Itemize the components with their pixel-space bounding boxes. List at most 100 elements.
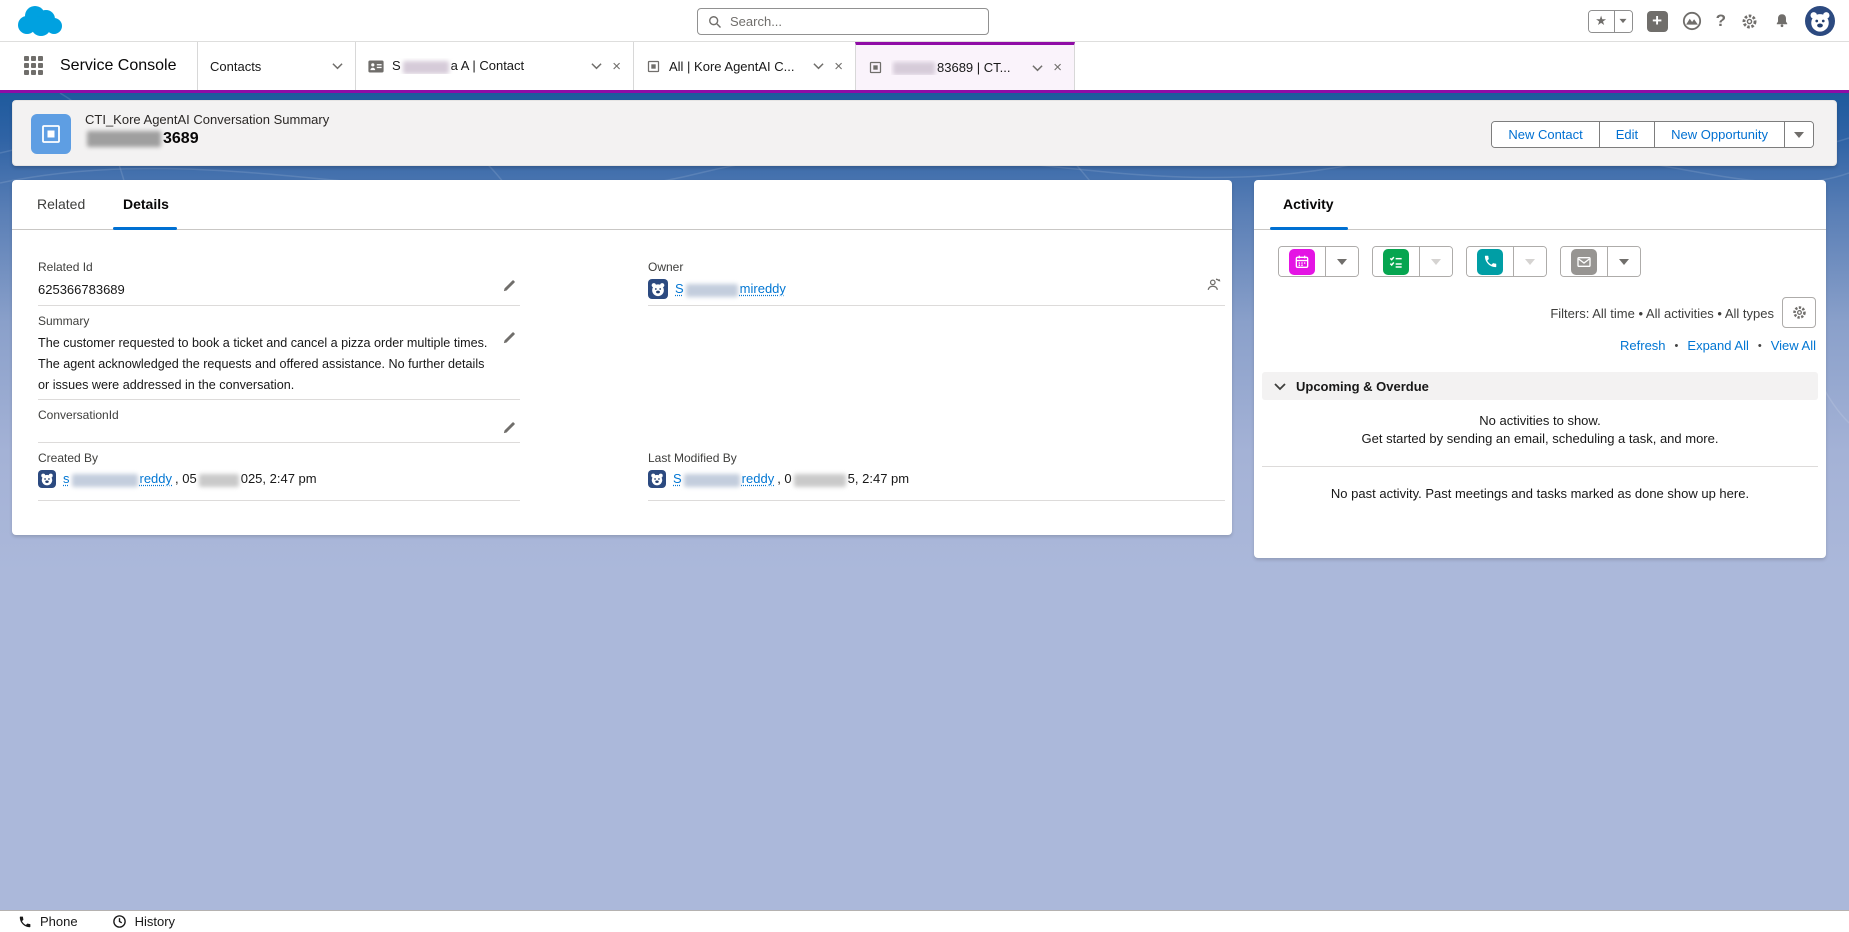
console-nav-bar: Service Console Contacts Sa A | Contact — [0, 42, 1849, 90]
utility-bar: Phone History — [0, 910, 1849, 932]
redacted-text — [685, 283, 738, 297]
help-icon[interactable]: ? — [1716, 11, 1726, 31]
app-name: Service Console — [60, 57, 177, 74]
trailhead-icon[interactable] — [1682, 11, 1702, 31]
field-value: The customer requested to book a ticket … — [38, 336, 488, 392]
clock-icon — [112, 915, 126, 928]
nav-tab-active-record[interactable]: 83689 | CT... × — [855, 42, 1075, 90]
favorites-dropdown[interactable] — [1613, 10, 1632, 32]
created-by-link[interactable]: s reddy — [63, 471, 172, 487]
favorites-button[interactable]: ★ — [1587, 9, 1633, 33]
record-highlights-card: CTI_Kore AgentAI Conversation Summary 36… — [12, 100, 1837, 166]
expand-all-link[interactable]: Expand All — [1687, 338, 1748, 353]
view-all-link[interactable]: View All — [1771, 338, 1816, 353]
object-label: CTI_Kore AgentAI Conversation Summary — [85, 112, 330, 127]
refresh-link[interactable]: Refresh — [1620, 338, 1666, 353]
field-related-id: Related Id 625366783689 — [38, 252, 520, 306]
tab-label: All | Kore AgentAI C... — [669, 58, 795, 74]
log-a-call-button[interactable] — [1467, 247, 1513, 276]
new-opportunity-button[interactable]: New Opportunity — [1654, 122, 1784, 147]
setup-gear-icon[interactable] — [1740, 12, 1759, 31]
phone-icon — [19, 916, 31, 927]
new-event-button[interactable] — [1279, 247, 1325, 276]
chevron-down-icon[interactable] — [813, 62, 824, 70]
user-avatar — [38, 470, 56, 488]
activity-composer — [1278, 246, 1641, 277]
close-icon[interactable]: × — [612, 58, 621, 75]
field-label: Created By — [38, 451, 99, 465]
chevron-down-icon[interactable] — [332, 62, 343, 70]
record-name: 3689 — [85, 130, 199, 148]
edit-button[interactable]: Edit — [1598, 122, 1655, 147]
new-event-dropdown[interactable] — [1325, 247, 1358, 276]
close-icon[interactable]: × — [1053, 59, 1062, 76]
email-button[interactable] — [1561, 247, 1607, 276]
user-avatar[interactable] — [1805, 6, 1835, 36]
tab-activity[interactable]: Activity — [1283, 196, 1334, 212]
redacted-text — [793, 473, 846, 487]
field-last-modified-by: Last Modified By Sreddy , 0 5, 2:47 pm — [648, 443, 1225, 501]
edit-pencil-icon[interactable] — [502, 330, 517, 350]
more-actions-dropdown[interactable] — [1784, 122, 1813, 147]
custom-object-icon — [647, 60, 660, 72]
new-task-dropdown[interactable] — [1419, 247, 1452, 276]
user-avatar — [648, 279, 668, 299]
activity-settings-button[interactable] — [1782, 297, 1816, 328]
log-call-group — [1466, 246, 1547, 277]
separator: • — [1674, 339, 1679, 352]
email-group — [1560, 246, 1641, 277]
nav-tab-contacts[interactable]: Contacts — [197, 42, 355, 90]
new-task-button[interactable] — [1373, 247, 1419, 276]
owner-link[interactable]: Smireddy — [675, 281, 786, 297]
redacted-text — [402, 60, 449, 74]
contact-card-icon — [368, 60, 384, 72]
salesforce-service-console: ★ + ? — [0, 0, 1849, 932]
chevron-down-icon[interactable] — [1032, 64, 1043, 72]
bell-icon[interactable] — [1773, 12, 1791, 30]
app-launcher-icon[interactable] — [24, 56, 44, 76]
field-owner: Owner Smireddy — [648, 252, 1225, 306]
log-call-dropdown[interactable] — [1513, 247, 1546, 276]
section-title: Upcoming & Overdue — [1296, 378, 1429, 394]
search-input[interactable] — [730, 14, 988, 29]
no-past-activity-text: No past activity. Past meetings and task… — [1330, 486, 1750, 501]
upcoming-overdue-section-header[interactable]: Upcoming & Overdue — [1262, 372, 1818, 400]
global-search — [697, 8, 989, 35]
activity-panel: Activity Filters: All time • All activit… — [1254, 180, 1826, 558]
edit-pencil-icon[interactable] — [502, 420, 517, 440]
no-activities-text: No activities to show. — [1479, 413, 1601, 428]
field-conversation-id: ConversationId — [38, 400, 520, 443]
nav-tab-contact-record[interactable]: Sa A | Contact × — [355, 42, 633, 90]
change-owner-icon[interactable] — [1205, 276, 1222, 298]
last-modified-by-link[interactable]: Sreddy — [673, 471, 774, 487]
created-by-value: s reddy , 05 025, 2:47 pm — [38, 470, 520, 488]
chevron-down-icon[interactable] — [591, 62, 602, 70]
search-icon — [709, 15, 722, 28]
email-dropdown[interactable] — [1607, 247, 1640, 276]
field-summary: Summary The customer requested to book a… — [38, 306, 520, 400]
header-icon-row: ★ + ? — [1587, 0, 1835, 42]
redacted-text — [71, 473, 138, 487]
star-icon[interactable]: ★ — [1588, 10, 1614, 32]
tab-related[interactable]: Related — [37, 196, 85, 212]
utility-phone-button[interactable]: Phone — [18, 914, 78, 929]
divider — [1262, 466, 1818, 467]
field-label: Summary — [38, 314, 90, 328]
global-actions-button[interactable]: + — [1646, 10, 1668, 32]
chevron-down-icon[interactable] — [1274, 382, 1286, 391]
nav-tab-list-view[interactable]: All | Kore AgentAI C... × — [633, 42, 855, 90]
utility-history-button[interactable]: History — [112, 914, 175, 929]
close-icon[interactable]: × — [834, 58, 843, 75]
created-date: , 05 025, 2:47 pm — [175, 471, 317, 487]
new-contact-button[interactable]: New Contact — [1492, 122, 1599, 147]
record-detail-panel: Related Details Related Id 625366783689 … — [12, 180, 1232, 535]
separator: • — [1757, 339, 1762, 352]
activity-links: Refresh • Expand All • View All — [1620, 338, 1816, 353]
utility-label: History — [134, 914, 176, 929]
tab-label: 83689 | CT... — [891, 60, 1024, 76]
field-label: Owner — [648, 260, 684, 274]
salesforce-logo-icon — [18, 6, 62, 36]
tab-details[interactable]: Details — [123, 196, 169, 212]
edit-pencil-icon[interactable] — [502, 278, 517, 298]
gear-icon — [1792, 306, 1806, 319]
